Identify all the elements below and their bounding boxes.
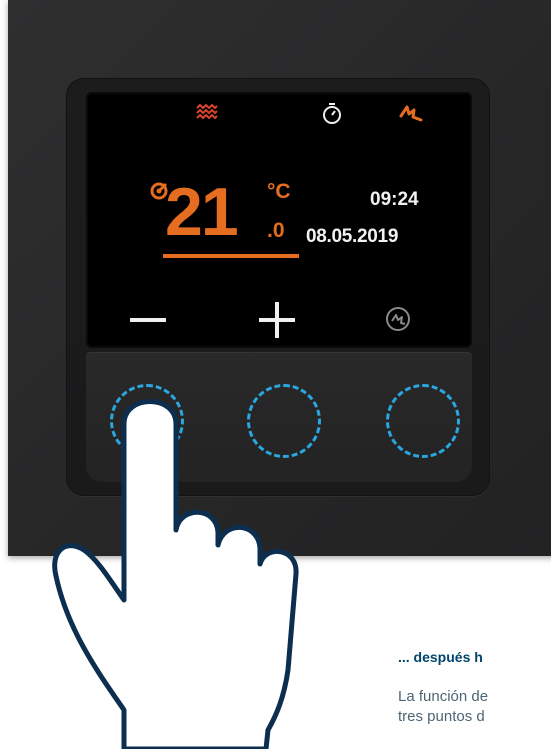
minus-symbol [130,318,166,322]
boost-icon [399,105,423,122]
heating-icon [196,103,218,120]
timer-icon [323,103,341,124]
temperature-underline [163,254,299,258]
date-readout: 08.05.2019 [306,226,399,247]
caption-line-1: La función de [398,688,489,705]
caption-title: ... después h [398,649,483,665]
mode-button[interactable] [386,384,460,458]
pointing-hand-icon [52,399,299,749]
eco-mode-icon [386,307,410,331]
caption-body: La función de tres puntos d [398,687,488,727]
plus-symbol-vertical [275,302,279,338]
temperature-decimal: .0 [267,219,285,242]
temperature-value: 21 [165,174,239,250]
time-readout: 09:24 [370,189,419,210]
temperature-unit: °C [267,180,291,203]
caption-line-2: tres puntos d [398,708,485,725]
